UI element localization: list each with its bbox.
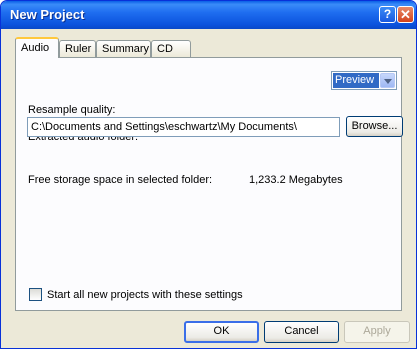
title-bar[interactable]: New Project ? ✕ [1,1,416,29]
apply-button[interactable]: Apply [344,321,410,343]
free-space-label: Free storage space in selected folder: [28,174,213,186]
dialog-body: Audio Ruler Summary CD Resample quality:… [4,29,413,347]
new-project-dialog: New Project ? ✕ Audio Ruler Summary CD R… [0,0,417,349]
window-title: New Project [10,7,85,22]
tab-ruler[interactable]: Ruler [59,40,96,57]
resample-quality-label: Resample quality: [28,104,116,116]
cancel-button[interactable]: Cancel [264,321,339,343]
start-all-projects-checkbox[interactable] [29,288,42,301]
tab-audio[interactable]: Audio [15,37,59,58]
resample-quality-value: Preview [333,73,379,88]
resample-quality-select[interactable]: Preview [331,71,397,90]
chevron-down-icon[interactable] [380,73,395,88]
tab-cd[interactable]: CD [151,40,191,57]
tab-summary[interactable]: Summary [96,40,151,57]
audio-folder-field[interactable] [27,117,340,137]
browse-button[interactable]: Browse... [346,116,403,137]
free-space-value: 1,233.2 Megabytes [249,174,343,186]
ok-button[interactable]: OK [184,321,259,343]
start-all-projects-label: Start all new projects with these settin… [47,289,243,301]
audio-folder-input[interactable] [28,118,339,136]
close-button[interactable]: ✕ [397,6,414,23]
help-button[interactable]: ? [379,6,396,23]
